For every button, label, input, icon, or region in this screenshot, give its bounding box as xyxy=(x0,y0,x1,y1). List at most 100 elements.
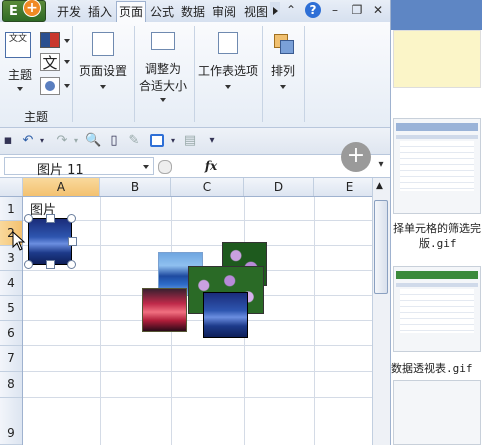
column-header-e[interactable]: E xyxy=(314,178,372,196)
formula-bar: 图片 11 fx xyxy=(0,155,390,178)
save-icon[interactable]: ▪ xyxy=(0,133,16,149)
resize-handle[interactable] xyxy=(67,260,76,269)
customize-qat-icon[interactable]: ▾ xyxy=(204,133,220,149)
themes-group-label: 主题 xyxy=(23,110,48,124)
tab-review[interactable]: 审阅 xyxy=(210,2,238,22)
minimize-ribbon-icon[interactable]: ⌃ xyxy=(283,2,299,18)
chevron-down-icon[interactable] xyxy=(64,84,70,88)
tab-insert[interactable]: 插入 xyxy=(85,2,115,22)
sheet-options-button[interactable]: 工作表选项 xyxy=(196,26,260,118)
scroll-up-icon[interactable]: ▲ xyxy=(376,181,383,191)
theme-colors-icon[interactable] xyxy=(40,32,60,48)
sort-icon[interactable]: ▤ xyxy=(182,133,198,149)
row-header-6[interactable]: 6 xyxy=(0,321,22,346)
row-header-7[interactable]: 7 xyxy=(0,346,22,372)
group-separator xyxy=(72,26,73,122)
arrange-button[interactable]: 排列 xyxy=(264,26,302,118)
tab-page-layout[interactable]: 页面 xyxy=(116,1,146,22)
resize-handle[interactable] xyxy=(46,260,55,269)
theme-effects-icon[interactable] xyxy=(40,77,60,95)
sheet-options-label: 工作表选项 xyxy=(197,64,258,78)
picture-sunset[interactable] xyxy=(142,288,187,332)
chevron-down-icon xyxy=(17,87,23,91)
restore-window-icon[interactable]: ❐ xyxy=(349,2,365,18)
formula-bar-grip-icon xyxy=(158,160,172,174)
thumbnail-image[interactable] xyxy=(393,380,481,445)
themes-button-label: 主题 xyxy=(7,68,32,82)
picture-lake[interactable] xyxy=(203,292,248,338)
close-window-icon[interactable]: ✕ xyxy=(370,2,386,18)
grid-line xyxy=(314,197,315,445)
print-preview-icon[interactable]: 🔍 xyxy=(85,133,101,149)
row-header-1[interactable]: 1 xyxy=(0,197,22,221)
grid-line xyxy=(100,197,101,445)
resize-handle[interactable] xyxy=(24,214,33,223)
fit-to-label: 调整为 xyxy=(144,62,181,76)
thumbnail-panel: 择单元格的筛选完 版.gif 数据透视表.gif xyxy=(390,0,482,445)
chevron-down-icon[interactable]: ▾ xyxy=(68,133,84,149)
expand-formula-bar-icon[interactable]: ▾ xyxy=(374,157,388,173)
tab-scroll-right-icon[interactable] xyxy=(270,2,280,20)
column-header-bar: A B C D E xyxy=(0,178,372,197)
help-icon[interactable]: ? xyxy=(305,2,321,18)
sheet-options-icon xyxy=(218,32,238,54)
new-document-icon[interactable]: ▯ xyxy=(106,133,122,149)
page-setup-icon xyxy=(92,32,114,56)
row-header-8[interactable]: 8 xyxy=(0,372,22,398)
row-header-5[interactable]: 5 xyxy=(0,296,22,321)
chevron-down-icon[interactable]: ▾ xyxy=(165,133,181,149)
quick-access-toolbar: ▪ ↶ ▾ ↷ ▾ 🔍 ▯ ✎ ▾ ▤ ▾ xyxy=(0,128,390,155)
scrollbar-thumb[interactable] xyxy=(374,200,388,294)
minimize-window-icon[interactable]: – xyxy=(327,2,343,18)
resize-handle[interactable] xyxy=(67,214,76,223)
name-box[interactable]: 图片 11 xyxy=(4,157,154,178)
theme-fonts-icon[interactable]: 文 xyxy=(40,53,60,72)
insert-function-button[interactable]: fx xyxy=(196,157,226,175)
formula-input[interactable] xyxy=(228,157,338,175)
chevron-down-icon xyxy=(225,85,231,89)
column-header-b[interactable]: B xyxy=(100,178,171,196)
fit-to-label-2: 合适大小 xyxy=(138,79,187,93)
office-button[interactable]: E + xyxy=(2,0,46,22)
chevron-down-icon[interactable] xyxy=(143,165,149,169)
group-separator xyxy=(304,26,305,122)
add-icon[interactable]: + xyxy=(341,142,371,172)
column-header-d[interactable]: D xyxy=(244,178,314,196)
tab-data[interactable]: 数据 xyxy=(179,2,207,22)
fit-to-page-icon xyxy=(151,32,175,50)
tab-formulas[interactable]: 公式 xyxy=(148,2,176,22)
themes-button[interactable]: 主题 xyxy=(7,66,33,91)
page-setup-button[interactable]: 页面设置 xyxy=(76,26,130,118)
column-header-a[interactable]: A xyxy=(23,178,100,196)
border-icon[interactable] xyxy=(150,134,164,147)
thumbnail-image[interactable] xyxy=(393,118,481,214)
format-painter-icon[interactable]: ✎ xyxy=(126,133,142,149)
mouse-cursor-icon xyxy=(12,231,26,251)
thumbnail-image[interactable] xyxy=(393,30,481,88)
vertical-scrollbar[interactable]: ▲ xyxy=(372,178,390,445)
tab-developer[interactable]: 开发 xyxy=(55,2,83,22)
resize-handle[interactable] xyxy=(46,214,55,223)
column-header-c[interactable]: C xyxy=(171,178,244,196)
row-header-4[interactable]: 4 xyxy=(0,271,22,296)
arrange-label: 排列 xyxy=(270,64,295,78)
row-header-9[interactable]: 9 xyxy=(0,398,22,445)
thumbnail-caption: 择单元格的筛选完 xyxy=(393,222,481,235)
resize-handle[interactable] xyxy=(68,237,77,246)
group-separator xyxy=(262,26,263,122)
arrange-icon xyxy=(272,32,294,54)
selected-picture[interactable] xyxy=(28,218,72,265)
chevron-down-icon[interactable]: ▾ xyxy=(34,133,50,149)
thumbnail-image[interactable] xyxy=(393,266,481,352)
themes-icon[interactable]: 文文 xyxy=(5,32,31,58)
thumbnail-caption: 数据透视表.gif xyxy=(391,362,473,375)
chevron-down-icon[interactable] xyxy=(64,39,70,43)
chevron-down-icon[interactable] xyxy=(64,60,70,64)
resize-handle[interactable] xyxy=(24,260,33,269)
group-separator xyxy=(194,26,195,122)
tab-view[interactable]: 视图 xyxy=(242,2,270,22)
ribbon: 文文 主题 文 主题 页面设置 调整为 合适大小 工作表选项 排列 xyxy=(0,22,390,128)
select-all-corner[interactable] xyxy=(0,178,23,196)
fit-to-page-button[interactable]: 调整为 合适大小 xyxy=(134,26,192,118)
worksheet-grid[interactable]: A B C D E 1 2 3 4 5 6 7 8 9 图片 xyxy=(0,178,372,445)
